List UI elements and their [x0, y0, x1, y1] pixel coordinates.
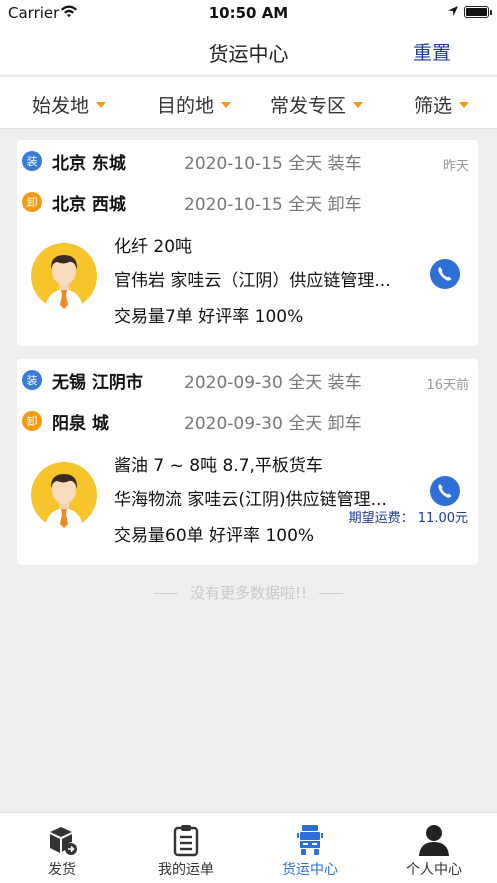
clock: 10:50 AM	[208, 4, 289, 22]
call-button[interactable]	[430, 259, 460, 289]
tab-freight-center[interactable]: 货运中心	[248, 813, 372, 883]
expected-freight: 期望运费： 11.00元	[348, 511, 468, 526]
caret-down-icon	[353, 101, 364, 108]
load-tag: 装	[22, 370, 42, 390]
filter-frequent-zone[interactable]: 常发专区	[270, 91, 364, 118]
order-card[interactable]: 装 北京 东城 2020-10-15 全天 装车 昨天 卸 北京 西城 2020…	[17, 140, 478, 346]
trade-stats: 交易量7单 好评率 100%	[114, 307, 304, 327]
load-info: 2020-10-15 全天 装车	[184, 153, 362, 174]
unload-row: 卸 北京 西城 2020-10-15 全天 卸车	[22, 190, 472, 215]
filter-destination[interactable]: 目的地	[157, 91, 232, 118]
unload-tag: 卸	[22, 411, 42, 431]
tab-my-orders[interactable]: 我的运单	[124, 813, 248, 883]
reset-button[interactable]: 重置	[413, 38, 451, 65]
no-more-text: 没有更多数据啦!!	[189, 584, 308, 602]
tab-label: 货运中心	[282, 862, 338, 878]
divider	[153, 593, 178, 594]
tab-bar: 发货 我的运单 货运中心 个人中心	[0, 812, 497, 883]
person-avatar-icon	[45, 255, 83, 309]
filter-label: 始发地	[32, 95, 90, 117]
battery-tip	[490, 10, 492, 15]
no-more-indicator: 没有更多数据啦!!	[0, 582, 497, 603]
tab-label: 个人中心	[406, 862, 462, 878]
status-bar: Carrier 10:50 AM	[0, 0, 497, 26]
caret-down-icon	[221, 101, 232, 108]
order-card[interactable]: 装 无锡 江阴市 2020-09-30 全天 装车 16天前 卸 阳泉 城 20…	[17, 359, 478, 565]
destination-place: 阳泉 城	[52, 413, 109, 434]
filter-label: 常发专区	[270, 95, 347, 117]
phone-icon	[438, 267, 452, 281]
destination-place: 北京 西城	[52, 194, 126, 215]
package-icon	[50, 827, 77, 855]
nav-bar: 货运中心 重置	[0, 26, 497, 76]
load-info: 2020-09-30 全天 装车	[184, 372, 362, 393]
filter-bar: 始发地 目的地 常发专区 筛选	[0, 77, 497, 129]
cargo-info: 酱油 7 ~ 8吨 8.7,平板货车	[114, 456, 323, 476]
location-arrow-icon	[448, 6, 458, 16]
tab-label: 发货	[48, 862, 76, 878]
unload-info: 2020-09-30 全天 卸车	[184, 413, 362, 434]
load-row: 装 北京 东城 2020-10-15 全天 装车	[22, 149, 472, 174]
company-info: 华海物流 家哇云(江阴)供应链管理...	[114, 490, 387, 510]
caret-down-icon	[459, 101, 470, 108]
unload-row: 卸 阳泉 城 2020-09-30 全天 卸车	[22, 409, 472, 434]
person-avatar-icon	[45, 474, 83, 528]
filter-label: 目的地	[157, 95, 215, 117]
filter-label: 筛选	[414, 95, 453, 117]
unload-info: 2020-10-15 全天 卸车	[184, 194, 362, 215]
cargo-info: 化纤 20吨	[114, 237, 193, 257]
filter-origin[interactable]: 始发地	[32, 91, 107, 118]
filter-more[interactable]: 筛选	[414, 91, 470, 118]
avatar	[31, 462, 97, 528]
origin-place: 北京 东城	[52, 153, 126, 174]
origin-place: 无锡 江阴市	[52, 372, 143, 393]
avatar	[31, 243, 97, 309]
posted-time: 昨天	[442, 159, 469, 174]
load-tag: 装	[22, 151, 42, 171]
tab-profile[interactable]: 个人中心	[372, 813, 496, 883]
unload-tag: 卸	[22, 192, 42, 212]
divider	[319, 593, 344, 594]
tab-ship[interactable]: 发货	[0, 813, 124, 883]
truck-icon	[297, 825, 323, 855]
clipboard-icon	[173, 825, 199, 857]
trade-stats: 交易量60单 好评率 100%	[114, 526, 315, 546]
posted-time: 16天前	[426, 378, 469, 393]
person-icon	[419, 825, 449, 856]
phone-icon	[438, 484, 452, 498]
load-row: 装 无锡 江阴市 2020-09-30 全天 装车	[22, 368, 472, 393]
battery-icon	[464, 6, 489, 18]
call-button[interactable]	[430, 476, 460, 506]
caret-down-icon	[96, 101, 107, 108]
company-info: 官伟岩 家哇云（江阴）供应链管理...	[114, 271, 391, 291]
tab-label: 我的运单	[158, 862, 214, 878]
